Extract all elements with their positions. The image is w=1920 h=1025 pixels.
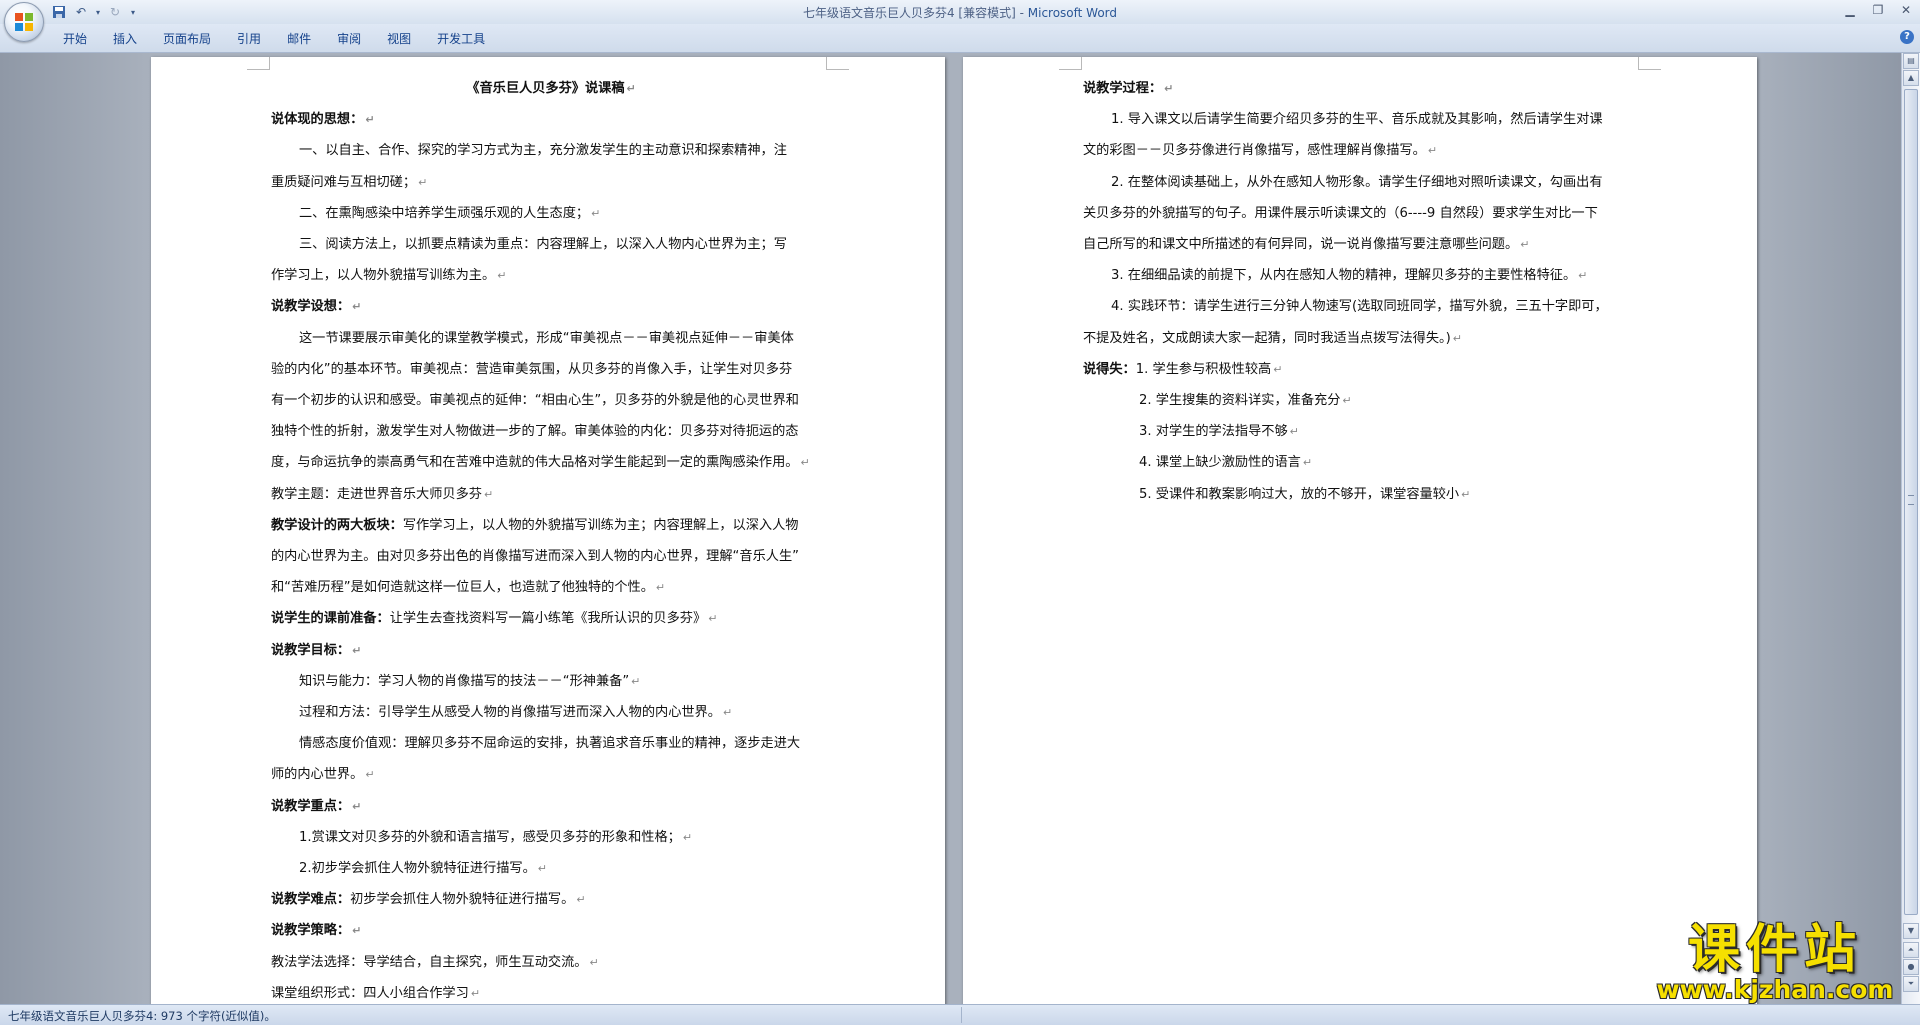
ribbon-tabs: 开始 插入 页面布局 引用 邮件 审阅 视图 开发工具 [50, 30, 498, 48]
tab-home[interactable]: 开始 [50, 30, 100, 48]
scroll-thumb[interactable] [1904, 89, 1918, 915]
paragraph: 关贝多芬的外貌描写的句子。用课件展示听读课文的（6----9 自然段）要求学生对… [1083, 205, 1598, 221]
paragraph: 的内心世界为主。由对贝多芬出色的肖像描写进而深入到人物的内心世界，理解“音乐人生… [271, 549, 799, 565]
inline-heading: 说教学难点： [271, 892, 351, 908]
ribbon-tab-bar: 开始 插入 页面布局 引用 邮件 审阅 视图 开发工具 ? [0, 24, 1920, 53]
scroll-down-icon[interactable]: ▼ [1903, 923, 1919, 939]
paragraph: 独特个性的折射，激发学生对人物做进一步的了解。审美体验的内化：贝多芬对待扼运的态 [271, 424, 799, 440]
watermark-logo: 课件站 www.kjzhan.com [1652, 923, 1898, 1003]
list-item: 3. 对学生的学法指导不够 ↵ [1139, 424, 1299, 440]
tab-developer[interactable]: 开发工具 [424, 30, 498, 48]
crop-mark [826, 57, 849, 70]
section-heading: 说体现的思想： ↵ [271, 112, 375, 128]
office-logo-icon [15, 13, 33, 31]
previous-page-icon[interactable]: ⏶ [1903, 942, 1919, 958]
paragraph: 1. 导入课文以后请学生简要介绍贝多芬的生平、音乐成就及其影响，然后请学生对课 [1111, 112, 1603, 128]
tab-insert[interactable]: 插入 [100, 30, 150, 48]
section-heading: 说教学过程： ↵ [1083, 81, 1174, 96]
minimize-icon[interactable]: ▁ [1836, 0, 1864, 20]
inline-heading: 说学生的课前准备： [271, 611, 390, 627]
scroll-grip [1908, 495, 1914, 505]
section-heading: 说教学目标： ↵ [271, 642, 362, 658]
inline-heading: 教学设计的两大板块： [271, 517, 403, 533]
watermark-title: 课件站 [1687, 920, 1862, 980]
inline-heading: 说得失： [1083, 361, 1136, 377]
paragraph: 度，与命运抗争的崇高勇气和在苦难中造就的伟大品格对学生能起到一定的熏陶感染作用。… [271, 455, 810, 471]
crop-mark [1638, 57, 1661, 70]
tab-mailings[interactable]: 邮件 [274, 30, 324, 48]
paragraph: 自己所写的和课文中所描述的有何异同，说一说肖像描写要注意哪些问题。 ↵ [1083, 237, 1530, 253]
document-page-1[interactable]: 《音乐巨人贝多芬》说课稿 ↵ 说体现的思想： ↵ 一、以自主、合作、探究的学习方式为… [151, 57, 945, 1005]
paragraph: 3. 在细细品读的前提下，从内在感知人物的精神，理解贝多芬的主要性格特征。 ↵ [1111, 268, 1588, 284]
restore-icon[interactable]: ❐ [1864, 0, 1892, 20]
paragraph: 说学生的课前准备：让学生去查找资料写一篇小练笔《我所认识的贝多芬》 ↵ [271, 611, 718, 627]
paragraph: 二、在熏陶感染中培养学生顽强乐观的人生态度； ↵ [299, 205, 601, 221]
page-1-content: 《音乐巨人贝多芬》说课稿 ↵ 说体现的思想： ↵ 一、以自主、合作、探究的学习方式为… [271, 73, 831, 1005]
paragraph: 和“苦难历程”是如何造就这样一位巨人，也造就了他独特的个性。 ↵ [271, 580, 666, 596]
section-heading: 说教学重点： ↵ [271, 798, 362, 814]
list-item: 2. 学生搜集的资料详实，准备充分 ↵ [1139, 393, 1352, 409]
paragraph: 教学主题：走进世界音乐大师贝多芬 ↵ [271, 486, 494, 502]
status-divider [961, 1007, 962, 1023]
paragraph: 说教学难点：初步学会抓住人物外貌特征进行描写。 ↵ [271, 892, 586, 908]
status-bar: 七年级语文音乐巨人贝多芬4: 973 个字符(近似值)。 [0, 1004, 1920, 1025]
paragraph: 重质疑问难与互相切磋； ↵ [271, 174, 428, 190]
status-text: 七年级语文音乐巨人贝多芬4: 973 个字符(近似值)。 [8, 1009, 276, 1023]
paragraph: 课堂组织形式：四人小组合作学习 ↵ [271, 985, 481, 1001]
watermark-url: www.kjzhan.com [1656, 975, 1894, 1004]
crop-mark [247, 57, 270, 70]
tab-references[interactable]: 引用 [224, 30, 274, 48]
paragraph: 师的内心世界。 ↵ [271, 767, 375, 783]
paragraph: 过程和方法：引导学生从感受人物的肖像描写进而深入人物的内心世界。 ↵ [299, 705, 733, 721]
document-title: 七年级语文音乐巨人贝多芬4 [兼容模式] - [802, 6, 1028, 20]
paragraph: 教学设计的两大板块：写作学习上，以人物的外貌描写训练为主；内容理解上，以深入人物 [271, 517, 799, 533]
list-item: 2.初步学会抓住人物外貌特征进行描写。 ↵ [299, 861, 547, 877]
list-item: 1.赏课文对贝多芬的外貌和语言描写，感受贝多芬的形象和性格； ↵ [299, 829, 693, 845]
paragraph: 这一节课要展示审美化的课堂教学模式，形成“审美视点－－审美视点延伸－－审美体 [299, 330, 794, 346]
paragraph: 2. 在整体阅读基础上，从外在感知人物形象。请学生仔细地对照听读课文，勾画出有 [1111, 174, 1603, 190]
paragraph: 验的内化”的基本环节。审美视点：营造审美氛围，从贝多芬的肖像入手，让学生对贝多芬 [271, 361, 793, 377]
paragraph: 文的彩图－－贝多芬像进行肖像描写，感性理解肖像描写。 ↵ [1083, 143, 1438, 159]
close-icon[interactable]: ✕ [1892, 0, 1920, 20]
paragraph: 一、以自主、合作、探究的学习方式为主，充分激发学生的主动意识和探索精神，注 [299, 143, 787, 159]
ruler-toggle-icon[interactable]: ▤ [1903, 53, 1919, 69]
document-title-text: 《音乐巨人贝多芬》说课稿 ↵ [466, 81, 636, 96]
paragraph: 教法学法选择：导学结合，自主探究，师生互动交流。 ↵ [271, 954, 599, 970]
list-item: 4. 课堂上缺少激励性的语言 ↵ [1139, 455, 1313, 471]
list-item: 5. 受课件和教案影响过大，放的不够开，课堂容量较小 ↵ [1139, 486, 1471, 502]
office-button[interactable] [4, 2, 44, 42]
paragraph: 4. 实践环节：请学生进行三分钟人物速写(选取同班同学，描写外貌，三五十字即可， [1111, 299, 1608, 315]
paragraph: 说得失：1. 学生参与积极性较高 ↵ [1083, 361, 1283, 377]
document-page-2[interactable]: 说教学过程： ↵ 1. 导入课文以后请学生简要介绍贝多芬的生平、音乐成就及其影响，… [963, 57, 1757, 1005]
select-browse-object-icon[interactable]: ● [1903, 959, 1919, 975]
tab-review[interactable]: 审阅 [324, 30, 374, 48]
paragraph: 不提及姓名，文成朗读大家一起猜，同时我适当点拨写法得失。) ↵ [1083, 330, 1463, 346]
tab-view[interactable]: 视图 [374, 30, 424, 48]
page-2-content: 说教学过程： ↵ 1. 导入课文以后请学生简要介绍贝多芬的生平、音乐成就及其影响，… [1083, 73, 1643, 510]
section-heading: 说教学设想： ↵ [271, 299, 362, 315]
next-page-icon[interactable]: ⏷ [1903, 976, 1919, 992]
window-controls: ▁ ❐ ✕ [1836, 0, 1920, 20]
window-title: 七年级语文音乐巨人贝多芬4 [兼容模式] - Microsoft Word [0, 4, 1920, 21]
paragraph: 情感态度价值观：理解贝多芬不屈命运的安排，执著追求音乐事业的精神，逐步走进大 [299, 736, 801, 752]
tab-page-layout[interactable]: 页面布局 [150, 30, 224, 48]
vertical-scrollbar[interactable]: ▤ ▲ ▼ ⏶ ● ⏷ [1901, 53, 1920, 1005]
crop-mark [1059, 57, 1082, 70]
scroll-up-icon[interactable]: ▲ [1903, 70, 1919, 86]
help-icon[interactable]: ? [1900, 30, 1914, 44]
section-heading: 说教学策略： ↵ [271, 923, 362, 939]
app-name: Microsoft Word [1027, 6, 1118, 20]
document-workspace: 《音乐巨人贝多芬》说课稿 ↵ 说体现的思想： ↵ 一、以自主、合作、探究的学习方式为… [0, 53, 1902, 1005]
title-bar: ↶ ▾ ↻ ▾ 七年级语文音乐巨人贝多芬4 [兼容模式] - Microsoft… [0, 0, 1920, 42]
paragraph: 知识与能力：学习人物的肖像描写的技法－－“形神兼备” ↵ [299, 673, 641, 689]
paragraph: 作学习上，以人物外貌描写训练为主。 ↵ [271, 268, 507, 284]
paragraph: 三、阅读方法上，以抓要点精读为重点：内容理解上，以深入人物内心世界为主；写 [299, 237, 787, 253]
paragraph: 有一个初步的认识和感受。审美视点的延伸：“相由心生”，贝多芬的外貌是他的心灵世界… [271, 393, 799, 409]
